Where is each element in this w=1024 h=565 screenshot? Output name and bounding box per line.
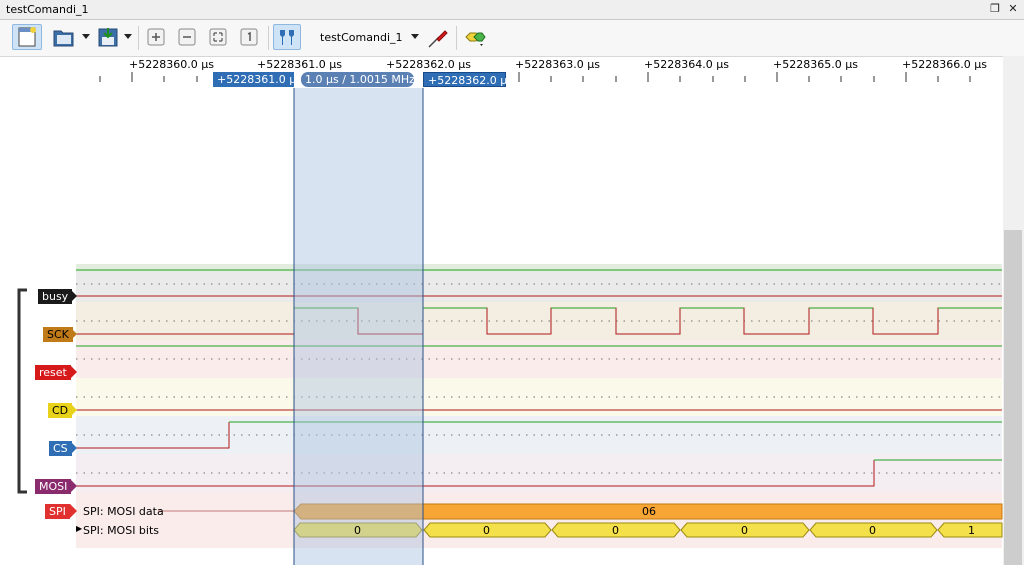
channel-arrow (70, 327, 77, 341)
row-bg-decoder (76, 492, 1002, 548)
scrollbar-thumb (1004, 230, 1022, 565)
cursor-left-tag[interactable]: +5228361.0 µs (213, 72, 302, 87)
bit-value: 0 (741, 524, 748, 537)
channel-label-busy[interactable]: busy (38, 289, 73, 304)
channel-arrow (70, 479, 77, 493)
channel-label-sck[interactable]: SCK (43, 327, 73, 342)
channel-arrow (70, 365, 77, 379)
bit-value: 0 (869, 524, 876, 537)
channel-arrow (70, 504, 77, 518)
channel-label-reset[interactable]: reset (35, 365, 71, 380)
bit-value: 0 (612, 524, 619, 537)
cursor-delta-tag: 1.0 µs / 1.0015 MHz (301, 72, 415, 87)
bit-value: 0 (483, 524, 490, 537)
expand-arrow-icon[interactable]: ▶ (76, 524, 82, 533)
bit-value: 0 (354, 524, 361, 537)
cursor-selection (294, 88, 423, 565)
decoder-row-mosi-bits: SPI: MOSI bits (83, 524, 160, 537)
decoder-data-value: 06 (642, 505, 656, 518)
decoder-row-mosi-data: SPI: MOSI data (83, 505, 164, 518)
cursor-right-tag[interactable]: +5228362.0 µs (423, 72, 513, 87)
bit-value: 1 (968, 524, 975, 537)
channel-group-bracket (17, 288, 27, 494)
channel-arrow (70, 441, 77, 455)
trace-top-band (76, 264, 1002, 272)
channel-label-cd[interactable]: CD (48, 403, 73, 418)
row-bg-busy (76, 272, 1002, 302)
channel-arrow (70, 403, 77, 417)
decoder-tag-spi[interactable]: SPI (45, 504, 70, 519)
channel-arrow (70, 289, 77, 303)
channel-label-cs[interactable]: CS (49, 441, 72, 456)
channel-label-mosi[interactable]: MOSI (35, 479, 72, 494)
